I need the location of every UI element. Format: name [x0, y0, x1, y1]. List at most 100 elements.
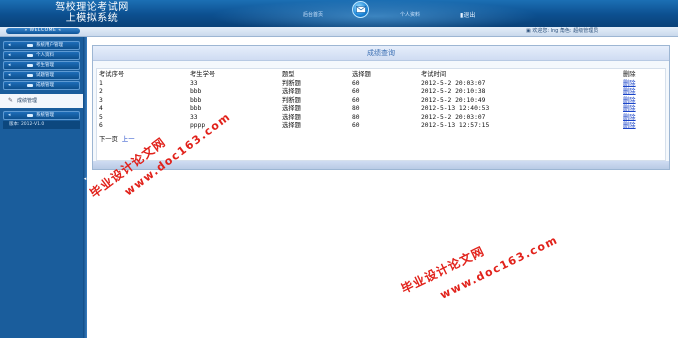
cell-student-id: bbb — [190, 96, 202, 104]
sidebar-item-label: 系统用户管理 — [36, 43, 63, 48]
delete-link[interactable]: 删除 — [623, 88, 636, 95]
cell-score: 60 — [352, 79, 360, 87]
table-row: 1 33 判断题 60 2012-5-2 20:03:07 删除 — [99, 80, 653, 89]
cell-exam-id: 1 — [99, 79, 103, 87]
panel-title: 成绩查询 — [93, 46, 669, 61]
cell-question-type: 判断题 — [282, 96, 301, 104]
arrow-icon: ◂ — [8, 82, 11, 88]
cell-question-type: 判断题 — [282, 79, 301, 87]
welcome-badge: » WELCOME « — [6, 28, 80, 34]
sidebar-item-scores[interactable]: ◂ 成绩管理 — [3, 81, 80, 90]
site-title-line2: 上模拟系统 — [65, 13, 119, 24]
logout-link[interactable]: ▮退出 — [460, 10, 475, 19]
table-row: 4 bbb 选择题 80 2012-5-13 12:40:53 删除 — [99, 105, 653, 114]
prev-page-link[interactable]: 上一 — [122, 136, 135, 143]
top-header: 驾校理论考试网 上模拟系统 后台首页 个人资料 ▮退出 — [0, 0, 678, 27]
version-label: 版本: 2012-V1.0 — [3, 121, 80, 129]
sidebar-subitem-label: 成绩管理 — [17, 98, 38, 104]
delete-link[interactable]: 删除 — [623, 97, 636, 104]
sidebar-item-system[interactable]: ◂ 系统管理 — [3, 111, 80, 120]
cell-question-type: 选择题 — [282, 105, 301, 112]
sidebar: ◂ 系统用户管理 ◂ 个人资料 ◂ 考生管理 ◂ 试题管理 ◂ 成绩管理 ✎ 成… — [0, 37, 83, 338]
delete-link[interactable]: 删除 — [623, 105, 636, 112]
sidebar-item-label: 系统管理 — [36, 113, 54, 118]
arrow-icon: ◂ — [8, 52, 11, 58]
cell-student-id: 33 — [190, 79, 198, 87]
delete-link[interactable]: 删除 — [623, 80, 636, 87]
arrow-icon: ◂ — [8, 112, 11, 118]
user-info: ▣ 欢迎您: lng 角色: 超级管理员 — [526, 28, 598, 35]
folder-icon — [27, 84, 33, 87]
main-content: 成绩查询 考试序号 考生学号 题型 选择题 考试时间 删除 1 33 判断题 6… — [87, 37, 678, 338]
col-exam-time: 考试时间 — [421, 71, 447, 78]
next-page-link[interactable]: 下一页 — [99, 136, 118, 143]
cell-student-id: bbb — [190, 105, 202, 112]
cell-exam-time: 2012-5-13 12:40:53 — [421, 105, 490, 112]
sidebar-item-questions[interactable]: ◂ 试题管理 — [3, 71, 80, 80]
folder-icon — [27, 114, 33, 117]
delete-link[interactable]: 删除 — [623, 122, 636, 129]
cell-exam-id: 3 — [99, 96, 103, 104]
sidebar-item-label: 个人资料 — [36, 53, 54, 58]
cell-exam-id: 4 — [99, 105, 103, 112]
site-title-line1: 驾校理论考试网 — [55, 2, 129, 13]
sidebar-item-label: 试题管理 — [36, 73, 54, 78]
cell-exam-id: 2 — [99, 88, 103, 95]
arrow-icon: ◂ — [8, 72, 11, 78]
user-icon: ▣ — [526, 28, 531, 34]
col-question-type: 题型 — [282, 71, 295, 78]
col-score: 选择题 — [352, 71, 371, 78]
col-delete: 删除 — [623, 71, 636, 78]
sidebar-item-profile[interactable]: ◂ 个人资料 — [3, 51, 80, 60]
sidebar-item-label: 考生管理 — [36, 63, 54, 68]
cell-score: 60 — [352, 122, 360, 129]
logout-label[interactable]: 退出 — [463, 12, 475, 19]
welcome-label: WELCOME — [29, 28, 57, 33]
cell-exam-id: 5 — [99, 113, 103, 121]
table-row: 3 bbb 判断题 60 2012-5-2 20:10:49 删除 — [99, 97, 653, 106]
col-exam-id: 考试序号 — [99, 71, 125, 78]
score-table: 考试序号 考生学号 题型 选择题 考试时间 删除 1 33 判断题 60 201 — [99, 71, 653, 131]
cell-exam-time: 2012-5-2 20:10:49 — [421, 96, 486, 104]
cell-student-id: 33 — [190, 113, 198, 121]
delete-link[interactable]: 删除 — [623, 114, 636, 121]
cell-score: 60 — [352, 88, 360, 95]
pencil-icon: ✎ — [8, 97, 14, 104]
user-info-text: 欢迎您: lng 角色: 超级管理员 — [532, 28, 599, 34]
arrow-icon: ◂ — [8, 42, 11, 48]
mail-icon[interactable] — [352, 1, 369, 18]
cell-exam-time: 2012-5-2 20:03:07 — [421, 113, 486, 121]
sub-bar: » WELCOME « ▣ 欢迎您: lng 角色: 超级管理员 — [0, 27, 678, 37]
sidebar-item-label: 成绩管理 — [36, 83, 54, 88]
folder-icon — [27, 44, 33, 47]
cell-exam-id: 6 — [99, 122, 103, 129]
site-title: 驾校理论考试网 上模拟系统 — [42, 2, 142, 24]
cell-score: 60 — [352, 96, 360, 104]
profile-link[interactable]: 个人资料 — [400, 11, 420, 18]
sidebar-item-system-users[interactable]: ◂ 系统用户管理 — [3, 41, 80, 50]
cell-exam-time: 2012-5-2 20:03:07 — [421, 79, 486, 87]
home-link[interactable]: 后台首页 — [303, 11, 323, 18]
table-row: 5 33 选择题 80 2012-5-2 20:03:07 删除 — [99, 114, 653, 123]
folder-icon — [27, 74, 33, 77]
table-row: 6 pppp 选择题 60 2012-5-13 12:57:15 删除 — [99, 122, 653, 131]
col-student-id: 考生学号 — [190, 71, 216, 78]
sidebar-item-students[interactable]: ◂ 考生管理 — [3, 61, 80, 70]
cell-exam-time: 2012-5-13 12:57:15 — [421, 122, 490, 129]
pager: 下一页 上一 — [99, 134, 138, 143]
panel-footer — [93, 161, 669, 169]
cell-student-id: bbb — [190, 88, 202, 95]
cell-question-type: 选择题 — [282, 88, 301, 95]
table-row: 2 bbb 选择题 60 2012-5-2 20:10:38 删除 — [99, 88, 653, 97]
arrow-icon: ◂ — [8, 62, 11, 68]
cell-question-type: 选择题 — [282, 113, 301, 121]
table-header-row: 考试序号 考生学号 题型 选择题 考试时间 删除 — [99, 71, 653, 80]
header-glow — [210, 0, 540, 27]
cell-score: 80 — [352, 105, 360, 112]
cell-score: 80 — [352, 113, 360, 121]
cell-question-type: 选择题 — [282, 122, 301, 129]
cell-exam-time: 2012-5-2 20:10:38 — [421, 88, 486, 95]
folder-icon — [27, 64, 33, 67]
sidebar-subitem-score-management[interactable]: ✎ 成绩管理 — [0, 94, 83, 108]
folder-icon — [27, 54, 33, 57]
